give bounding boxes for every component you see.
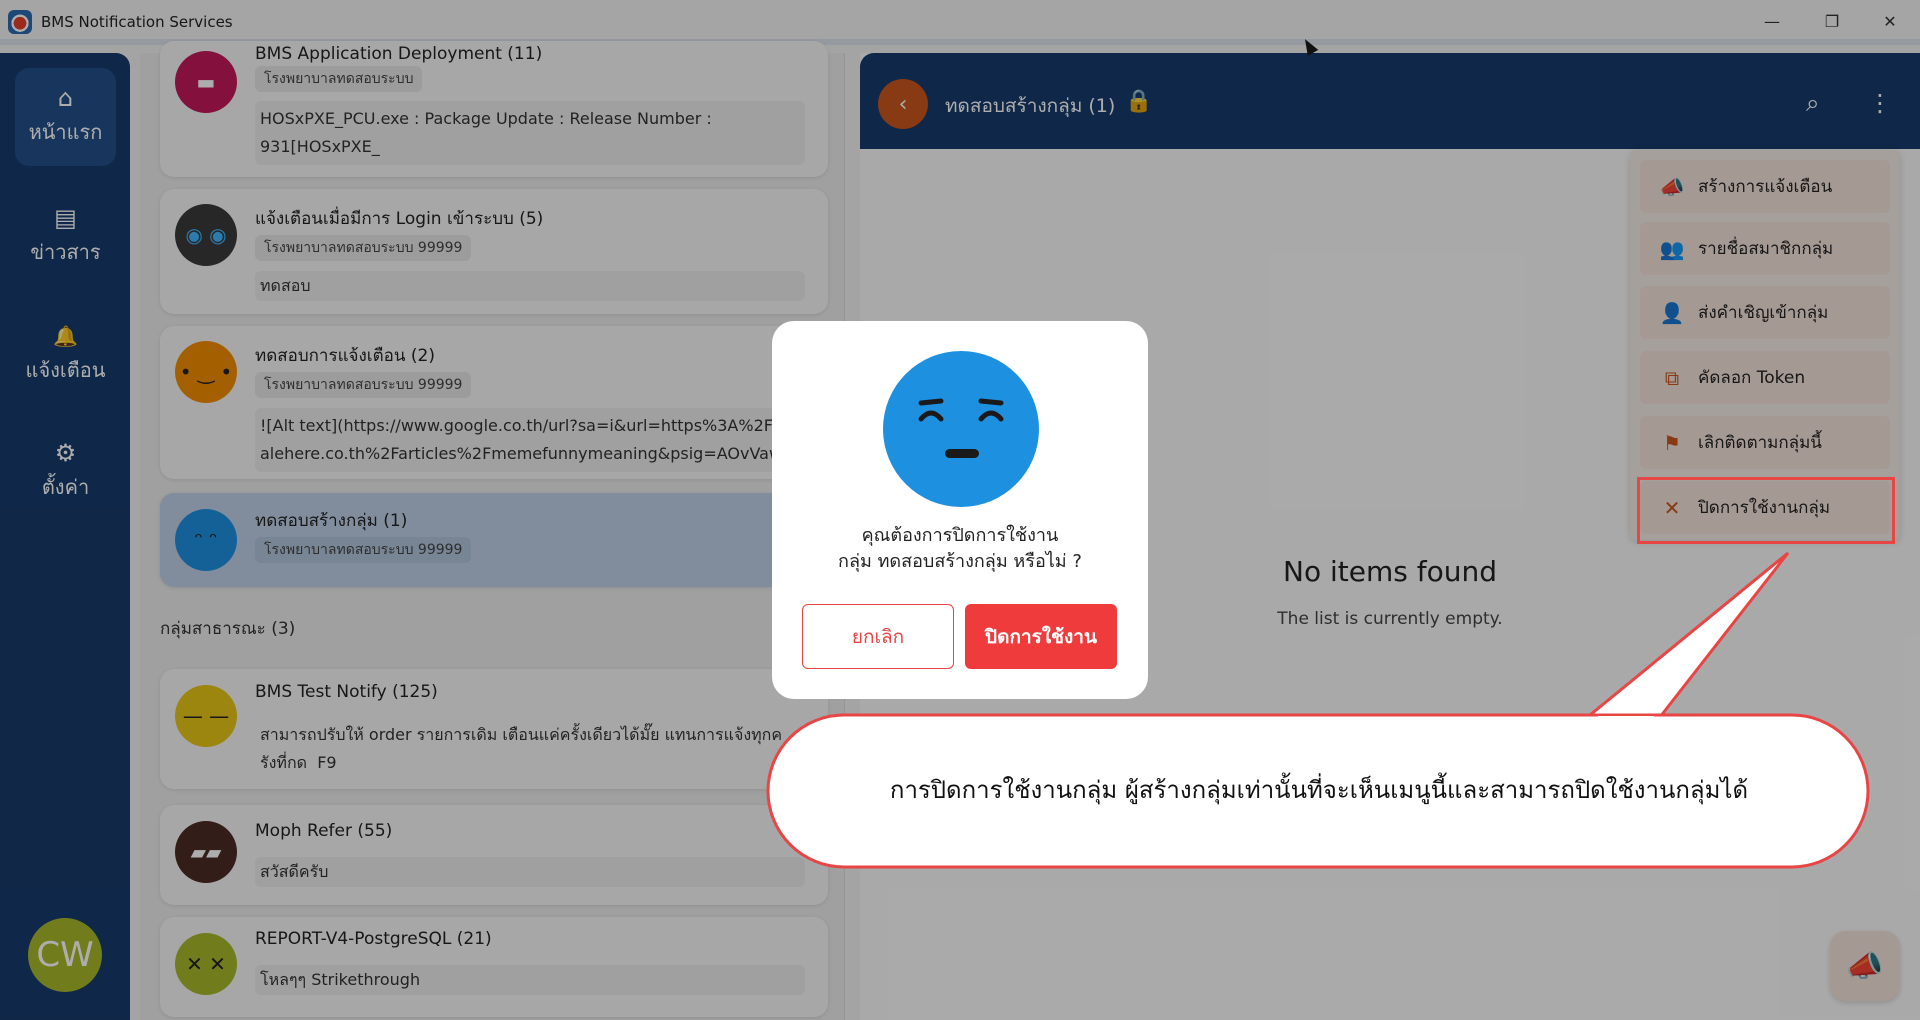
dialog-message-line: คุณต้องการปิดการใช้งาน — [861, 525, 1059, 546]
cancel-button[interactable]: ยกเลิก — [802, 604, 954, 669]
dialog-message: คุณต้องการปิดการใช้งาน กลุ่ม ทดสอบสร้างก… — [772, 523, 1148, 575]
dialog-message-line: กลุ่ม ทดสอบสร้างกลุ่ม หรือไม่ ? — [838, 551, 1082, 572]
sad-face-icon — [883, 351, 1039, 507]
annotation-text: การปิดการใช้งานกลุ่ม ผู้สร้างกลุ่มเท่านั… — [889, 776, 1749, 804]
disable-confirm-button[interactable]: ปิดการใช้งาน — [965, 604, 1117, 669]
confirm-dialog: คุณต้องการปิดการใช้งาน กลุ่ม ทดสอบสร้างก… — [772, 321, 1148, 699]
